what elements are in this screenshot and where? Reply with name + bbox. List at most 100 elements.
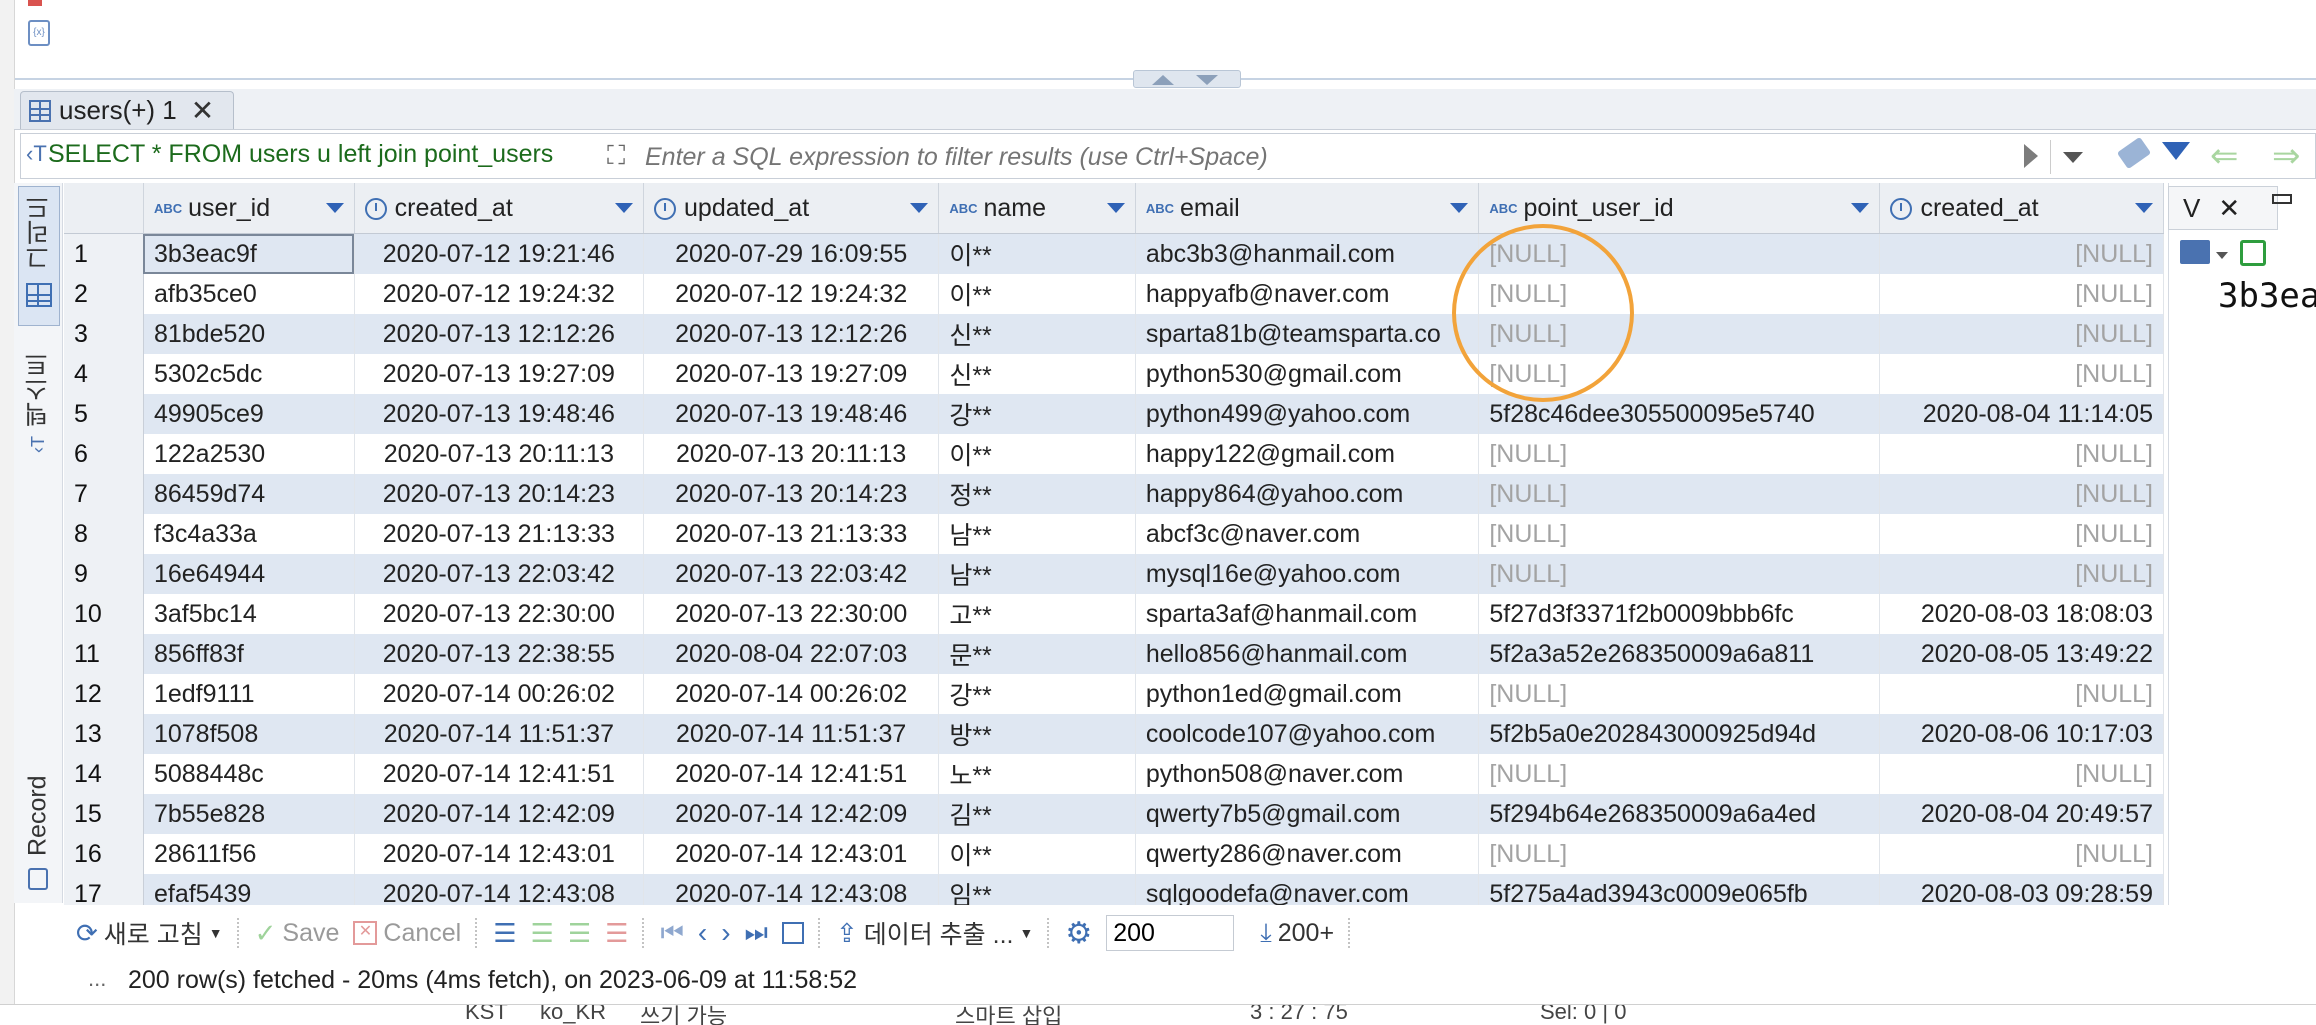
column-header-updated-at[interactable]: updated_at: [643, 183, 940, 234]
table-cell[interactable]: 강**: [938, 674, 1136, 714]
first-page-button[interactable]: ⏮: [660, 917, 683, 949]
maximize-panel-handle[interactable]: [1133, 70, 1241, 88]
table-row[interactable]: 3 81bde520 2020-07-13 12:12:26 2020-07-13 1…: [64, 314, 2164, 354]
table-row[interactable]: 16 28611f56 2020-07-14 12:43:01 2020-07-14 …: [64, 834, 2164, 874]
table-cell[interactable]: 2020-07-14 00:26:02: [354, 674, 645, 714]
table-cell[interactable]: 2020-07-14 00:26:02: [643, 674, 940, 714]
panel-toggle-button[interactable]: [781, 922, 804, 944]
column-header-name[interactable]: ABC name: [938, 183, 1136, 234]
table-cell[interactable]: 2020-07-13 20:11:13: [354, 434, 645, 474]
filter-history-dropdown[interactable]: [2050, 140, 2097, 174]
table-cell[interactable]: qwerty7b5@gmail.com: [1135, 794, 1480, 834]
table-cell[interactable]: 문**: [938, 634, 1136, 674]
table-row[interactable]: 4 5302c5dc 2020-07-13 19:27:09 2020-07-13 1…: [64, 354, 2164, 394]
table-row[interactable]: 17 efaf5439 2020-07-14 12:43:08 2020-07-14 …: [64, 874, 2164, 905]
table-row[interactable]: 14 5088448c 2020-07-14 12:41:51 2020-07-14 …: [64, 754, 2164, 794]
table-row[interactable]: 8 f3c4a33a 2020-07-13 21:13:33 2020-07-13 2…: [64, 514, 2164, 554]
table-cell[interactable]: 2020-07-14 12:41:51: [643, 754, 940, 794]
export-data-button[interactable]: ⇪ 데이터 추출 ... ▼: [836, 915, 1033, 951]
table-cell[interactable]: 16e64944: [143, 554, 355, 594]
script-file-icon[interactable]: {x}: [28, 20, 50, 46]
close-icon[interactable]: ✕: [2218, 193, 2240, 224]
tab-text[interactable]: 텍스트 ‹T: [18, 350, 60, 460]
table-cell[interactable]: 노**: [938, 754, 1136, 794]
table-cell[interactable]: 5302c5dc: [143, 354, 355, 394]
tab-grid[interactable]: 그리드: [18, 186, 60, 326]
table-cell[interactable]: 81bde520: [143, 314, 355, 354]
table-cell[interactable]: efaf5439: [143, 874, 355, 905]
table-cell[interactable]: [NULL]: [1478, 834, 1881, 874]
status-ellipsis[interactable]: ...: [88, 966, 106, 992]
table-cell[interactable]: [NULL]: [1478, 754, 1881, 794]
run-filter-icon[interactable]: [2024, 144, 2038, 168]
back-arrow-icon[interactable]: ⇐: [2210, 136, 2239, 176]
table-cell[interactable]: 2020-08-03 09:28:59: [1879, 874, 2164, 905]
table-cell[interactable]: abcf3c@naver.com: [1135, 514, 1480, 554]
table-cell[interactable]: 49905ce9: [143, 394, 355, 434]
table-cell[interactable]: 2020-07-14 11:51:37: [354, 714, 645, 754]
table-cell[interactable]: happy864@yahoo.com: [1135, 474, 1480, 514]
table-cell[interactable]: 3af5bc14: [143, 594, 355, 634]
table-cell[interactable]: 2020-07-13 20:11:13: [643, 434, 940, 474]
table-cell[interactable]: 2020-07-13 20:14:23: [354, 474, 645, 514]
table-cell[interactable]: qwerty286@naver.com: [1135, 834, 1480, 874]
save-button[interactable]: ✓ Save: [255, 918, 340, 949]
table-cell[interactable]: 2020-07-13 20:14:23: [643, 474, 940, 514]
table-row[interactable]: 11 856ff83f 2020-07-13 22:38:55 2020-08-04 …: [64, 634, 2164, 674]
table-row[interactable]: 9 16e64944 2020-07-13 22:03:42 2020-07-13 2…: [64, 554, 2164, 594]
column-header-point-created-at[interactable]: created_at: [1879, 183, 2164, 234]
sort-arrow-icon[interactable]: [910, 203, 929, 213]
table-cell[interactable]: 2020-07-14 12:42:09: [643, 794, 940, 834]
table-cell[interactable]: sparta3af@hanmail.com: [1135, 594, 1480, 634]
tab-users-result[interactable]: users(+) 1 ✕: [20, 91, 234, 129]
table-cell[interactable]: 2020-07-13 22:03:42: [643, 554, 940, 594]
table-cell[interactable]: f3c4a33a: [143, 514, 355, 554]
filter-input[interactable]: [645, 140, 2015, 174]
table-cell[interactable]: [NULL]: [1879, 314, 2164, 354]
table-cell[interactable]: 28611f56: [143, 834, 355, 874]
close-icon[interactable]: ✕: [191, 94, 214, 127]
table-cell[interactable]: 2020-08-04 20:49:57: [1879, 794, 2164, 834]
table-cell[interactable]: [NULL]: [1879, 274, 2164, 314]
forward-arrow-icon[interactable]: ⇒: [2272, 136, 2301, 176]
table-cell[interactable]: 1078f508: [143, 714, 355, 754]
table-cell[interactable]: mysql16e@yahoo.com: [1135, 554, 1480, 594]
table-cell[interactable]: sqlgoodefa@naver.com: [1135, 874, 1480, 905]
table-cell[interactable]: 2020-07-13 22:30:00: [643, 594, 940, 634]
table-cell[interactable]: 2020-07-14 12:43:08: [643, 874, 940, 905]
table-cell[interactable]: 2020-07-13 19:48:46: [643, 394, 940, 434]
sort-arrow-icon[interactable]: [615, 203, 634, 213]
table-cell[interactable]: [NULL]: [1478, 474, 1881, 514]
table-cell[interactable]: 856ff83f: [143, 634, 355, 674]
column-header-user-id[interactable]: ABC user_id: [143, 183, 355, 234]
column-header-created-at[interactable]: created_at: [354, 183, 645, 234]
table-cell[interactable]: 2020-07-14 11:51:37: [643, 714, 940, 754]
table-row[interactable]: 1 3b3eac9f 2020-07-12 19:21:46 2020-07-29 1…: [64, 233, 2164, 274]
table-cell[interactable]: 정**: [938, 474, 1136, 514]
table-cell[interactable]: 2020-07-12 19:24:32: [354, 274, 645, 314]
table-cell[interactable]: hello856@hanmail.com: [1135, 634, 1480, 674]
next-page-button[interactable]: ›: [721, 917, 730, 949]
table-row[interactable]: 6 122a2530 2020-07-13 20:11:13 2020-07-13 2…: [64, 434, 2164, 474]
table-cell[interactable]: 임**: [938, 874, 1136, 905]
table-cell[interactable]: 2020-07-13 22:30:00: [354, 594, 645, 634]
table-cell[interactable]: 2020-08-06 10:17:03: [1879, 714, 2164, 754]
table-cell[interactable]: [NULL]: [1478, 554, 1881, 594]
column-header-email[interactable]: ABC email: [1135, 183, 1480, 234]
table-cell[interactable]: 2020-07-13 12:12:26: [354, 314, 645, 354]
table-cell[interactable]: python530@gmail.com: [1135, 354, 1480, 394]
content-viewer-icon[interactable]: [2180, 240, 2210, 264]
last-page-button[interactable]: ⏭: [745, 917, 768, 949]
table-cell[interactable]: 2020-07-13 22:03:42: [354, 554, 645, 594]
sort-arrow-icon[interactable]: [2135, 203, 2153, 213]
table-cell[interactable]: abc3b3@hanmail.com: [1135, 233, 1480, 274]
sort-arrow-icon[interactable]: [1450, 203, 1469, 213]
table-cell[interactable]: 2020-07-14 12:43:08: [354, 874, 645, 905]
fetch-size-input[interactable]: [1106, 915, 1235, 951]
table-cell[interactable]: 86459d74: [143, 474, 355, 514]
table-row[interactable]: 7 86459d74 2020-07-13 20:14:23 2020-07-13 2…: [64, 474, 2164, 514]
table-cell[interactable]: 2020-07-14 12:41:51: [354, 754, 645, 794]
add-row-button[interactable]: ☰: [531, 918, 554, 949]
sort-arrow-icon[interactable]: [1851, 203, 1870, 213]
previous-page-button[interactable]: ‹: [698, 917, 707, 949]
